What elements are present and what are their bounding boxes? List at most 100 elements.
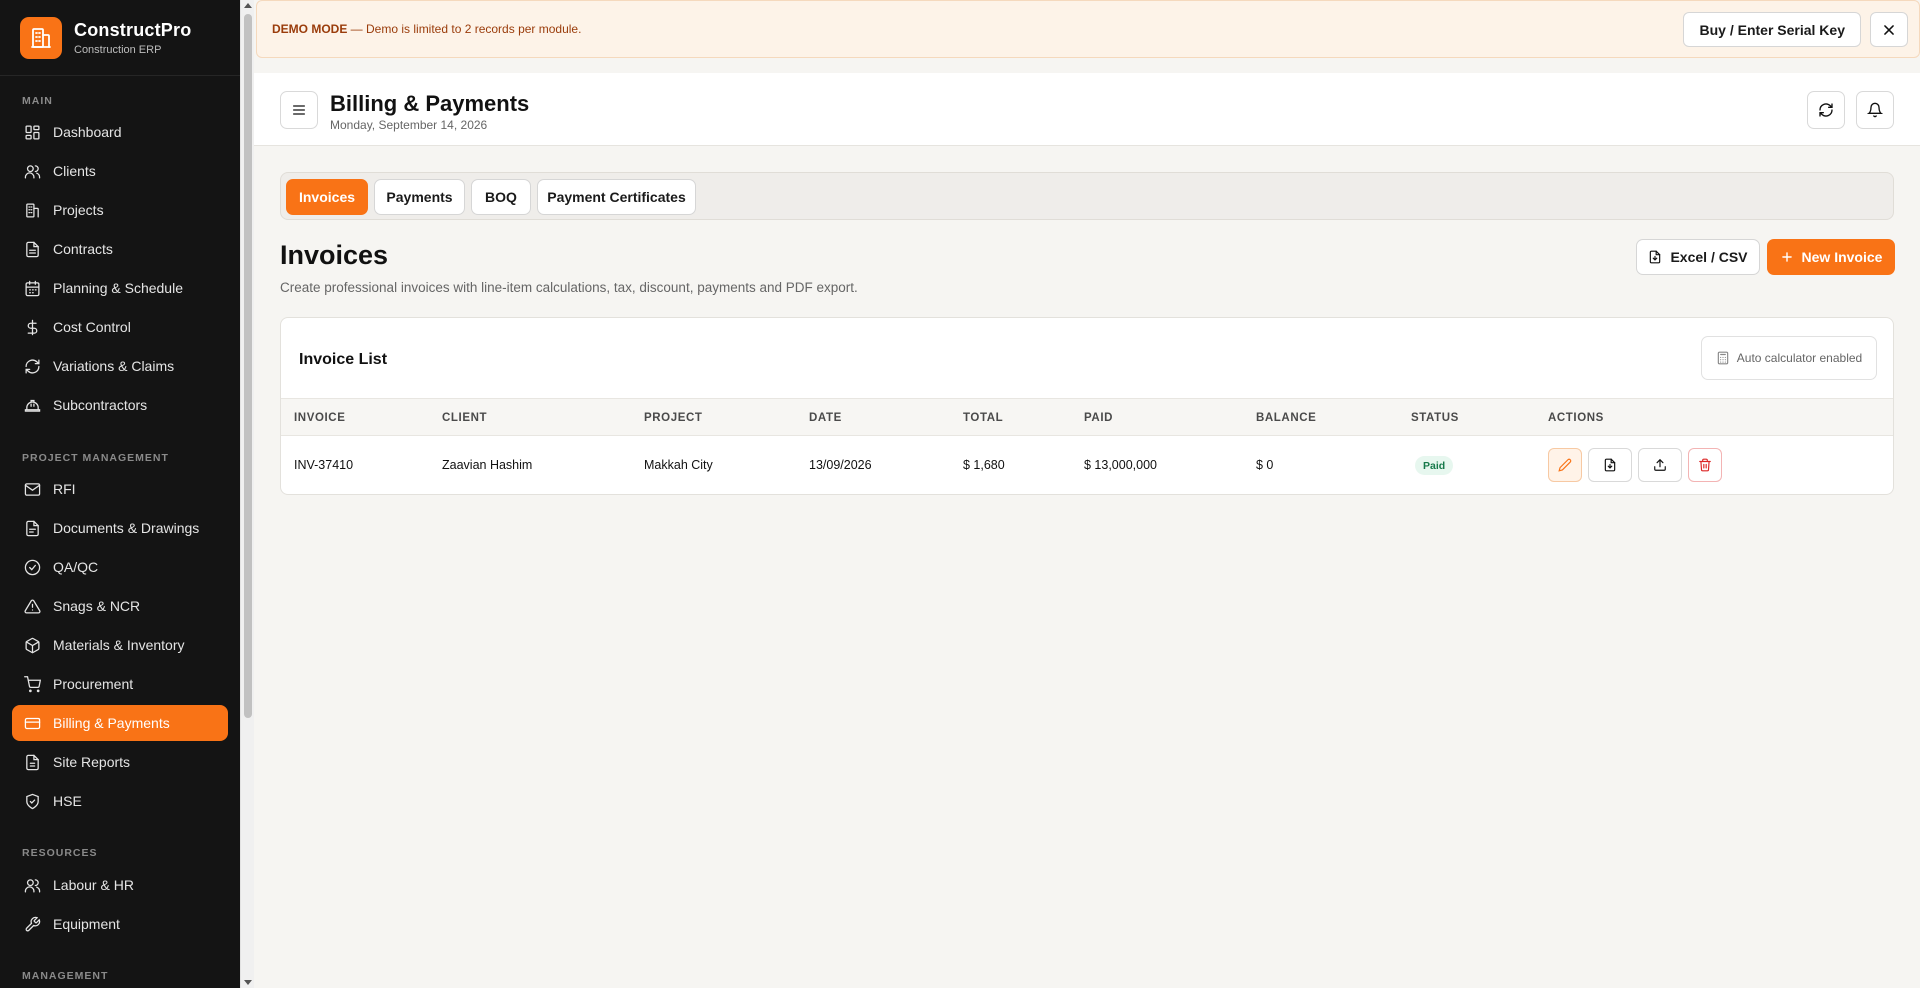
sidebar-item-variations[interactable]: Variations & Claims xyxy=(12,348,228,384)
sidebar-item-label: RFI xyxy=(53,481,76,497)
brand[interactable]: ConstructPro Construction ERP xyxy=(0,0,240,76)
sidebar-item-label: Variations & Claims xyxy=(53,358,175,374)
billing-tabs: Invoices Payments BOQ Payment Certificat… xyxy=(280,172,1894,220)
new-invoice-label: New Invoice xyxy=(1801,249,1883,265)
demo-banner-text: DEMO MODE — Demo is limited to 2 records… xyxy=(272,22,582,36)
auto-calculator-badge: Auto calculator enabled xyxy=(1701,336,1877,380)
building-logo-icon xyxy=(20,16,62,59)
column-header[interactable]: DATE xyxy=(809,412,842,424)
column-header[interactable]: PAID xyxy=(1084,412,1113,424)
close-banner-button[interactable] xyxy=(1870,12,1908,47)
document-icon xyxy=(26,241,39,257)
scroll-up-arrow-icon[interactable] xyxy=(244,3,252,8)
sidebar-item-site-reports[interactable]: Site Reports xyxy=(12,744,228,780)
tab-payments[interactable]: Payments xyxy=(374,179,465,215)
serial-key-button[interactable]: Buy / Enter Serial Key xyxy=(1683,12,1861,47)
main-content: DEMO MODE — Demo is limited to 2 records… xyxy=(254,0,1920,988)
plus-icon xyxy=(1781,252,1792,262)
sidebar-item-snags[interactable]: Snags & NCR xyxy=(12,588,228,624)
menu-toggle-button[interactable] xyxy=(280,91,318,129)
tab-payment-certificates[interactable]: Payment Certificates xyxy=(537,179,696,215)
users-icon xyxy=(24,878,41,893)
auto-calculator-label: Auto calculator enabled xyxy=(1736,351,1863,365)
sidebar-item-label: Planning & Schedule xyxy=(53,280,183,296)
sidebar-item-equipment[interactable]: Equipment xyxy=(12,906,228,942)
sidebar-item-documents[interactable]: Documents & Drawings xyxy=(12,510,228,546)
new-invoice-button[interactable]: New Invoice xyxy=(1767,239,1895,275)
sidebar-item-label: Snags & NCR xyxy=(53,598,141,614)
pencil-icon xyxy=(1558,458,1572,472)
sidebar-item-subcontractors[interactable]: Subcontractors xyxy=(12,387,228,423)
invoice-balance: $ 0 xyxy=(1256,458,1274,472)
tab-invoices[interactable]: Invoices xyxy=(286,179,368,215)
status-badge: Paid xyxy=(1415,456,1454,475)
wrench-icon xyxy=(25,916,41,931)
delete-invoice-button[interactable] xyxy=(1688,448,1722,482)
column-header: ACTIONS xyxy=(1548,412,1604,424)
dashboard-icon xyxy=(25,124,40,140)
file-export-icon xyxy=(1650,250,1661,264)
sidebar-item-procurement[interactable]: Procurement xyxy=(12,666,228,702)
column-header[interactable]: STATUS xyxy=(1411,412,1459,424)
sidebar-item-label: Contracts xyxy=(53,241,113,257)
dollar-icon xyxy=(27,319,38,335)
sidebar-item-qaqc[interactable]: QA/QC xyxy=(12,549,228,585)
nav-section-project-management: PROJECT MANAGEMENT xyxy=(22,452,169,464)
download-pdf-button[interactable] xyxy=(1588,448,1632,482)
tab-boq[interactable]: BOQ xyxy=(471,179,531,215)
sidebar-item-rfi[interactable]: RFI xyxy=(12,471,228,507)
sidebar-item-label: Procurement xyxy=(53,676,134,692)
sidebar-item-hse[interactable]: HSE xyxy=(12,783,228,819)
sidebar-item-dashboard[interactable]: Dashboard xyxy=(12,114,228,150)
sidebar-item-label: Documents & Drawings xyxy=(53,520,200,536)
file-icon xyxy=(26,520,39,536)
edit-invoice-button[interactable] xyxy=(1548,448,1582,482)
sidebar-item-projects[interactable]: Projects xyxy=(12,192,228,228)
column-header[interactable]: TOTAL xyxy=(963,412,1003,424)
sidebar-item-clients[interactable]: Clients xyxy=(12,153,228,189)
refresh-icon xyxy=(1819,103,1833,117)
sidebar-item-label: Cost Control xyxy=(53,319,131,335)
sidebar-item-planning[interactable]: Planning & Schedule xyxy=(12,270,228,306)
column-header[interactable]: CLIENT xyxy=(442,412,487,424)
table-row[interactable]: INV-37410 Zaavian Hashim Makkah City 13/… xyxy=(281,436,1893,494)
column-header[interactable]: PROJECT xyxy=(644,412,703,424)
sidebar-item-label: Labour & HR xyxy=(53,877,134,893)
sidebar-item-label: QA/QC xyxy=(53,559,99,575)
refresh-button[interactable] xyxy=(1807,91,1845,129)
scrollbar-thumb[interactable] xyxy=(244,14,252,718)
notifications-button[interactable] xyxy=(1856,91,1894,129)
export-excel-label: Excel / CSV xyxy=(1670,249,1748,265)
sidebar-item-label: Site Reports xyxy=(53,754,131,770)
column-header[interactable]: INVOICE xyxy=(294,412,346,424)
trash-icon xyxy=(1699,458,1711,472)
cart-icon xyxy=(24,675,41,692)
sidebar-item-contracts[interactable]: Contracts xyxy=(12,231,228,267)
column-header[interactable]: BALANCE xyxy=(1256,412,1316,424)
refresh-icon xyxy=(25,358,40,374)
box-icon xyxy=(25,637,40,653)
export-excel-button[interactable]: Excel / CSV xyxy=(1636,239,1760,275)
section-title: Invoices xyxy=(280,240,389,270)
share-invoice-button[interactable] xyxy=(1638,448,1682,482)
sidebar-item-billing[interactable]: Billing & Payments xyxy=(12,705,228,741)
sidebar-item-labour[interactable]: Labour & HR xyxy=(12,867,228,903)
brand-subtitle: Construction ERP xyxy=(74,43,162,56)
page-date: Monday, September 14, 2026 xyxy=(330,118,488,132)
sidebar-item-label: Billing & Payments xyxy=(53,715,170,731)
invoice-number: INV-37410 xyxy=(294,458,354,472)
client-name: Zaavian Hashim xyxy=(442,458,533,472)
credit-card-icon xyxy=(24,717,41,729)
invoice-list-card: Invoice List Auto calculator enabled INV… xyxy=(280,317,1894,495)
helmet-icon xyxy=(24,399,41,412)
page-scrollbar[interactable] xyxy=(240,0,254,988)
scroll-down-arrow-icon[interactable] xyxy=(244,980,252,985)
bell-icon xyxy=(1867,102,1883,118)
sidebar-item-materials[interactable]: Materials & Inventory xyxy=(12,627,228,663)
sidebar-item-cost-control[interactable]: Cost Control xyxy=(12,309,228,345)
upload-icon xyxy=(1654,458,1666,471)
shield-icon xyxy=(26,793,39,809)
invoice-total: $ 1,680 xyxy=(963,458,1005,472)
menu-icon xyxy=(293,105,305,115)
building-icon xyxy=(26,202,39,218)
